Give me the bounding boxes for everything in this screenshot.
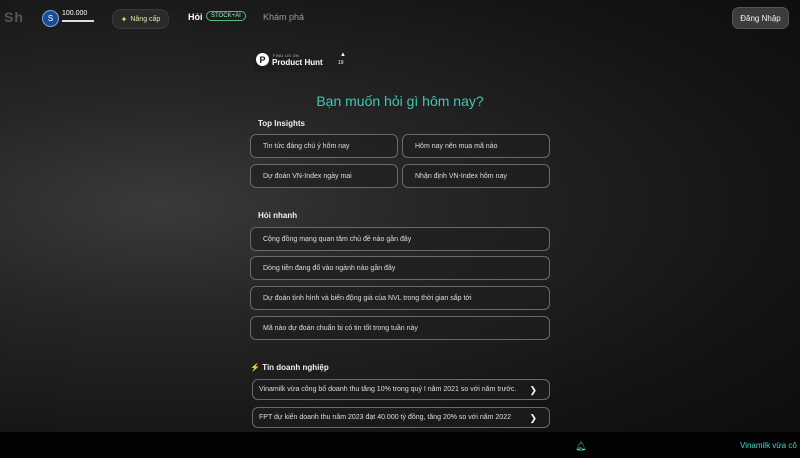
bell-icon[interactable]: 🔔︎ [575, 441, 586, 452]
insight-button[interactable]: Tin tức đáng chú ý hôm nay [250, 134, 398, 158]
news-ticker[interactable]: Vinamilk vừa cô [740, 441, 797, 450]
news-item[interactable]: FPT dự kiến doanh thu năm 2023 đạt 40.00… [252, 407, 550, 428]
balance-underline [62, 20, 94, 22]
balance-value: 100.000 [62, 10, 88, 17]
upgrade-label: Nâng cấp [130, 15, 161, 23]
footer-ticker-bar: 🔔︎ Vinamilk vừa cô [0, 432, 800, 458]
company-news-title: ⚡ Tin doanh nghiệp [250, 363, 329, 372]
insight-button[interactable]: Dự đoán VN-Index ngày mai [250, 164, 398, 188]
product-hunt-logo-icon: P [256, 53, 269, 66]
product-hunt-badge[interactable]: P FIND US ON Product Hunt ▲ 19 [253, 49, 353, 72]
quick-ask-title: Hỏi nhanh [258, 211, 298, 220]
quick-ask-button[interactable]: Cộng đồng mạng quan tâm chủ đề nào gần đ… [250, 227, 550, 251]
chevron-right-icon: ❯ [529, 413, 537, 423]
sparkle-icon: ✦ [120, 14, 128, 24]
top-insights-title: Top Insights [258, 119, 305, 128]
news-text: FPT dự kiến doanh thu năm 2023 đạt 40.00… [259, 414, 511, 421]
news-item[interactable]: Vinamilk vừa công bố doanh thu tăng 10% … [252, 379, 550, 400]
login-button[interactable]: Đăng Nhập [732, 7, 789, 29]
insight-button[interactable]: Nhận định VN-Index hôm nay [402, 164, 550, 188]
nav-ask[interactable]: Hỏi [188, 12, 203, 22]
app-logo[interactable]: Sh [4, 9, 24, 25]
product-hunt-name: Product Hunt [272, 58, 323, 67]
insight-button[interactable]: Hôm nay nên mua mã nào [402, 134, 550, 158]
nav-explore[interactable]: Khám phá [263, 12, 304, 22]
coin-icon: S [42, 10, 59, 27]
upvote-arrow-icon: ▲ [340, 52, 346, 58]
top-bar: Sh S 100.000 ✦ Nâng cấp Hỏi STOCK+AI Khá… [0, 0, 800, 36]
upgrade-button[interactable]: ✦ Nâng cấp [112, 9, 169, 29]
quick-ask-button[interactable]: Dự đoán tình hình và biến động giá của N… [250, 286, 550, 310]
lightning-icon: ⚡ [250, 363, 260, 372]
upvote-count: 19 [338, 60, 344, 66]
quick-ask-button[interactable]: Mã nào dự đoán chuẩn bị có tin tốt trong… [250, 316, 550, 340]
stock-ai-badge: STOCK+AI [206, 11, 246, 21]
news-text: Vinamilk vừa công bố doanh thu tăng 10% … [259, 386, 517, 393]
page-question: Bạn muốn hỏi gì hôm nay? [316, 93, 484, 109]
quick-ask-button[interactable]: Dòng tiền đang đổ vào ngành nào gần đây [250, 256, 550, 280]
chevron-right-icon: ❯ [529, 385, 537, 395]
company-news-label: Tin doanh nghiệp [262, 363, 329, 372]
